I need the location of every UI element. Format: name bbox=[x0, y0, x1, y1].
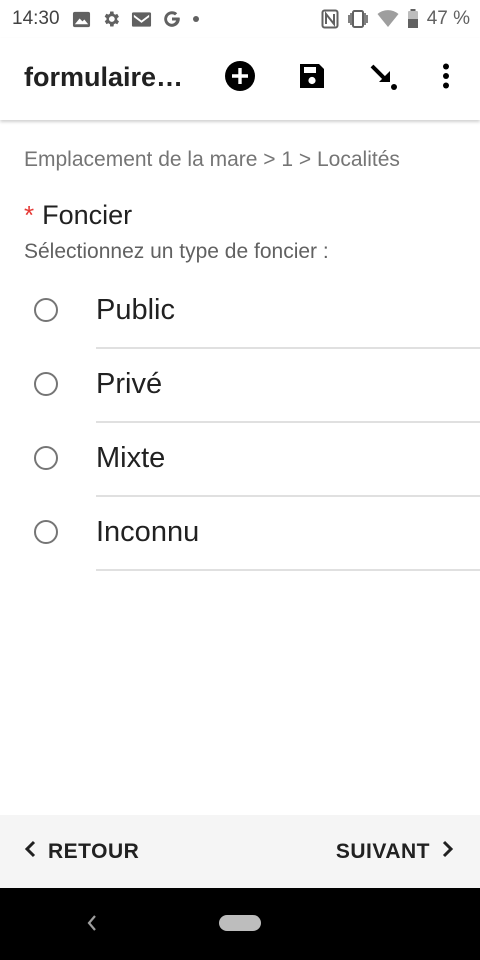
image-icon bbox=[72, 10, 91, 29]
jump-icon bbox=[369, 61, 399, 96]
option-mixte[interactable]: Mixte bbox=[0, 423, 480, 497]
dot-icon bbox=[192, 15, 200, 23]
radio-button[interactable] bbox=[34, 520, 58, 544]
status-time: 14:30 bbox=[12, 8, 60, 29]
required-mark: * bbox=[24, 200, 35, 230]
radio-button[interactable] bbox=[34, 298, 58, 322]
question-header: * Foncier bbox=[24, 200, 132, 231]
radio-group: Public Privé Mixte Inconnu bbox=[0, 275, 480, 571]
google-icon bbox=[162, 9, 182, 29]
nfc-icon bbox=[321, 9, 339, 29]
status-bar: 14:30 47 % bbox=[0, 0, 480, 38]
option-inconnu[interactable]: Inconnu bbox=[0, 497, 480, 571]
option-label: Public bbox=[96, 294, 175, 326]
bottom-navigation: RETOUR SUIVANT bbox=[0, 815, 480, 888]
radio-button[interactable] bbox=[34, 446, 58, 470]
status-bar-right: 47 % bbox=[321, 8, 470, 30]
battery-icon bbox=[407, 9, 419, 29]
system-home-pill[interactable] bbox=[219, 915, 261, 931]
option-label: Inconnu bbox=[96, 516, 200, 548]
add-button[interactable] bbox=[220, 58, 260, 98]
question-title: Foncier bbox=[42, 200, 133, 230]
divider bbox=[96, 569, 480, 571]
chevron-left-icon bbox=[24, 840, 36, 864]
wifi-icon bbox=[377, 10, 399, 28]
add-circle-icon bbox=[224, 60, 256, 97]
next-button[interactable]: SUIVANT bbox=[336, 815, 454, 888]
gear-icon bbox=[101, 9, 121, 29]
system-back-icon[interactable] bbox=[84, 912, 104, 936]
page-title: formulaire… bbox=[24, 62, 184, 92]
radio-button[interactable] bbox=[34, 372, 58, 396]
more-options-button[interactable] bbox=[426, 58, 466, 98]
more-vert-icon bbox=[442, 63, 450, 94]
question-hint: Sélectionnez un type de foncier : bbox=[24, 240, 329, 263]
status-bar-left: 14:30 bbox=[12, 8, 210, 30]
breadcrumb: Emplacement de la mare > 1 > Localités bbox=[24, 148, 400, 171]
back-button[interactable]: RETOUR bbox=[24, 815, 139, 888]
save-icon bbox=[298, 62, 326, 95]
gmail-icon bbox=[131, 11, 152, 28]
option-label: Privé bbox=[96, 368, 163, 400]
vibrate-icon bbox=[347, 9, 369, 29]
save-button[interactable] bbox=[292, 58, 332, 98]
chevron-right-icon bbox=[442, 840, 454, 864]
next-label: SUIVANT bbox=[335, 839, 430, 863]
app-bar: formulaire… bbox=[0, 38, 480, 120]
battery-percent: 47 % bbox=[426, 8, 470, 29]
option-prive[interactable]: Privé bbox=[0, 349, 480, 423]
option-label: Mixte bbox=[96, 442, 166, 474]
option-public[interactable]: Public bbox=[0, 275, 480, 349]
jump-button[interactable] bbox=[364, 58, 404, 98]
back-label: RETOUR bbox=[48, 839, 140, 863]
